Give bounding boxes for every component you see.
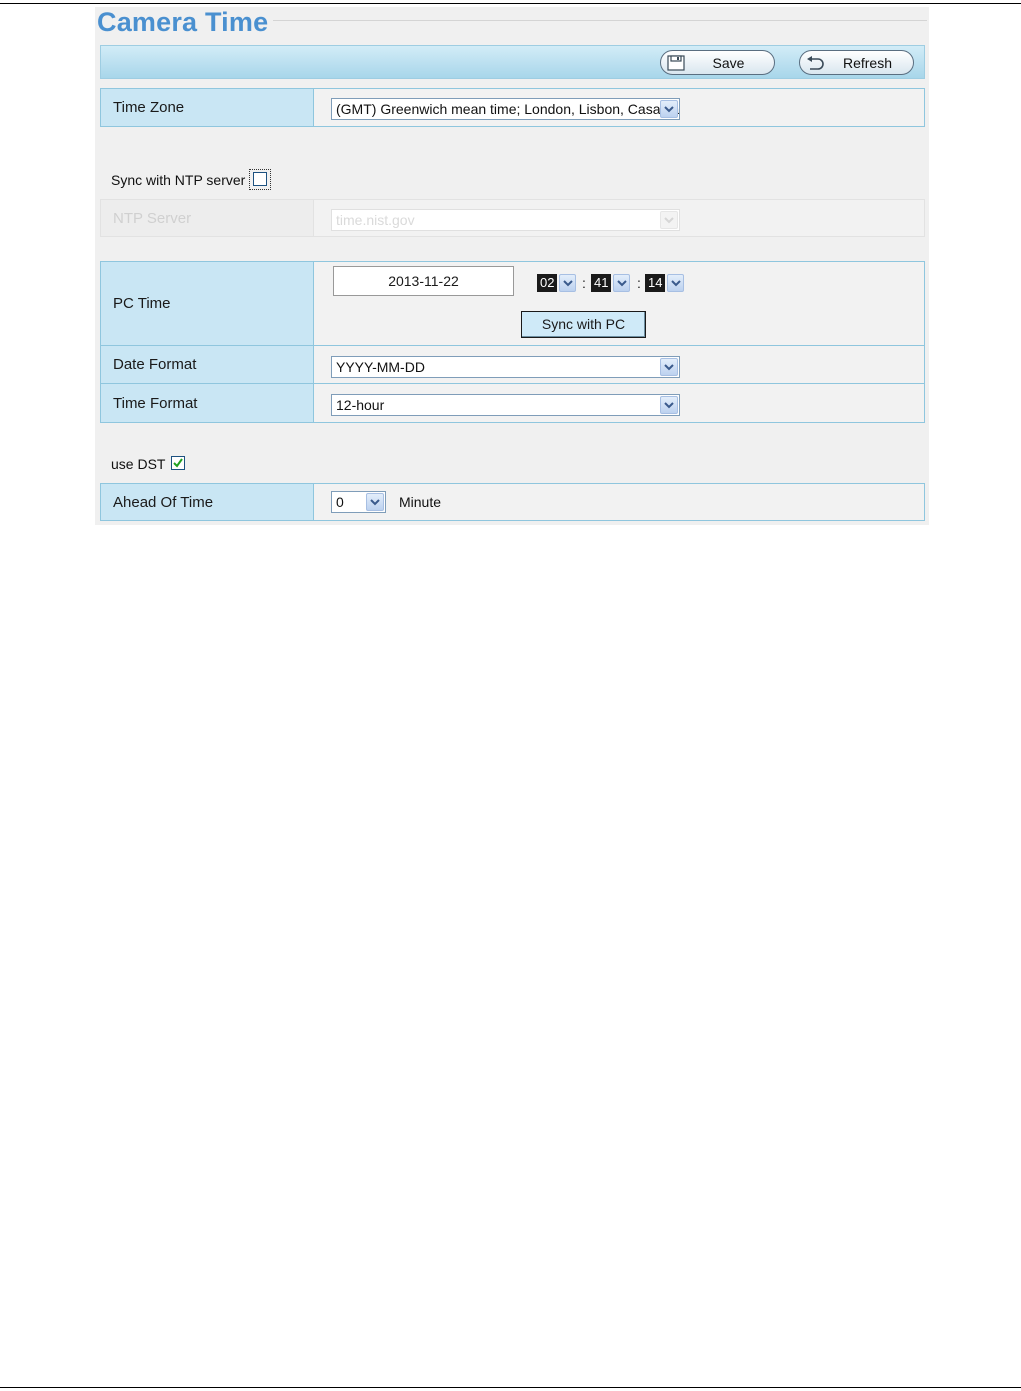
time-format-value: 12-hour bbox=[336, 397, 385, 413]
ahead-of-time-unit: Minute bbox=[399, 494, 442, 510]
time-format-select[interactable]: 12-hour bbox=[331, 394, 680, 416]
pc-time-label: PC Time bbox=[101, 262, 314, 345]
ntp-server-row: NTP Server time.nist.gov bbox=[100, 199, 925, 237]
chevron-down-icon bbox=[660, 396, 678, 414]
use-dst-label: use DST bbox=[111, 456, 166, 472]
page-bottom-rule bbox=[0, 1387, 1021, 1388]
ntp-server-value: time.nist.gov bbox=[336, 212, 415, 228]
chevron-down-icon bbox=[660, 211, 678, 229]
ahead-of-time-select[interactable]: 0 bbox=[331, 491, 386, 513]
ahead-of-time-value: 0 bbox=[336, 494, 344, 510]
time-zone-value: (GMT) Greenwich mean time; London, Lisbo… bbox=[336, 101, 680, 117]
chevron-down-icon bbox=[667, 274, 685, 292]
minute-select[interactable]: 41 bbox=[591, 274, 631, 292]
second-select[interactable]: 14 bbox=[645, 274, 685, 292]
sync-ntp-label: Sync with NTP server bbox=[111, 172, 246, 188]
chevron-down-icon bbox=[660, 100, 678, 118]
pc-time-row: PC Time 2013-11-22 02 : 41 : 14 Sync wit… bbox=[100, 261, 925, 346]
time-zone-row: Time Zone (GMT) Greenwich mean time; Lon… bbox=[100, 88, 925, 127]
date-format-select[interactable]: YYYY-MM-DD bbox=[331, 356, 680, 378]
ntp-server-select[interactable]: time.nist.gov bbox=[331, 209, 680, 231]
undo-arrow-icon bbox=[800, 55, 830, 70]
floppy-disk-icon bbox=[661, 54, 691, 71]
date-format-label: Date Format bbox=[101, 346, 314, 383]
hour-select[interactable]: 02 bbox=[537, 274, 577, 292]
page-title: Camera Time bbox=[97, 7, 269, 37]
camera-time-panel: Camera Time Save Refresh Time Zone (GMT)… bbox=[95, 7, 929, 525]
toolbar: Save Refresh bbox=[100, 45, 925, 79]
date-format-row: Date Format YYYY-MM-DD bbox=[100, 345, 925, 384]
pc-date-input[interactable]: 2013-11-22 bbox=[333, 266, 514, 296]
sync-with-pc-button[interactable]: Sync with PC bbox=[521, 311, 646, 338]
sync-ntp-checkbox[interactable] bbox=[253, 172, 267, 186]
time-separator: : bbox=[582, 275, 586, 291]
time-zone-label: Time Zone bbox=[101, 89, 314, 126]
minute-value: 41 bbox=[591, 274, 612, 292]
time-format-row: Time Format 12-hour bbox=[100, 383, 925, 423]
save-button[interactable]: Save bbox=[660, 50, 775, 75]
ahead-of-time-row: Ahead Of Time 0 Minute bbox=[100, 483, 925, 521]
chevron-down-icon bbox=[660, 358, 678, 376]
chevron-down-icon bbox=[366, 493, 384, 511]
second-value: 14 bbox=[645, 274, 666, 292]
hour-value: 02 bbox=[537, 274, 558, 292]
use-dst-checkbox[interactable] bbox=[171, 456, 185, 470]
time-format-label: Time Format bbox=[101, 384, 314, 422]
page-top-rule bbox=[0, 3, 1021, 4]
title-divider bbox=[273, 20, 927, 21]
checkmark-icon bbox=[173, 458, 183, 468]
refresh-button-label: Refresh bbox=[842, 54, 893, 71]
chevron-down-icon bbox=[559, 274, 577, 292]
ahead-of-time-label: Ahead Of Time bbox=[101, 484, 314, 520]
date-format-value: YYYY-MM-DD bbox=[336, 359, 425, 375]
chevron-down-icon bbox=[613, 274, 631, 292]
refresh-button[interactable]: Refresh bbox=[799, 50, 914, 75]
save-button-label: Save bbox=[712, 54, 745, 71]
time-zone-select[interactable]: (GMT) Greenwich mean time; London, Lisbo… bbox=[331, 98, 680, 120]
ntp-server-label: NTP Server bbox=[101, 200, 314, 236]
time-separator: : bbox=[637, 275, 641, 291]
